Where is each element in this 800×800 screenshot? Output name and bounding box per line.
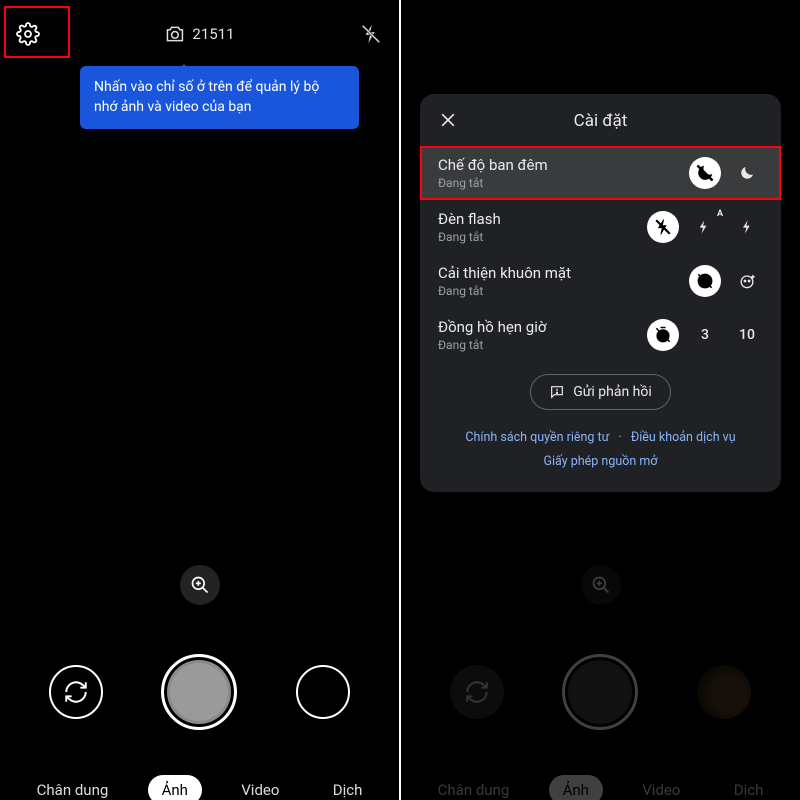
magnify-plus-icon — [190, 575, 210, 595]
send-feedback-button[interactable]: Gửi phản hồi — [530, 374, 671, 410]
switch-camera-button[interactable] — [450, 665, 504, 719]
storage-tooltip: Nhấn vào chỉ số ở trên để quản lý bộ nhớ… — [80, 66, 359, 129]
privacy-link[interactable]: Chính sách quyền riêng tư — [465, 430, 609, 445]
switch-camera-button[interactable] — [49, 665, 103, 719]
flash-off-option[interactable] — [647, 211, 679, 243]
shutter-row — [0, 654, 399, 730]
link-separator: · — [618, 430, 621, 445]
shutter-button[interactable] — [562, 654, 638, 730]
settings-button[interactable] — [12, 18, 44, 50]
mode-tabs: Chân dung Ảnh Video Dịch — [0, 774, 399, 800]
setting-sublabel: Đang tắt — [438, 284, 571, 298]
setting-row-timer[interactable]: Đồng hồ hẹn giờ Đang tắt 3 10 — [420, 308, 781, 362]
setting-label: Cải thiện khuôn mặt — [438, 264, 571, 282]
tooltip-text: Nhấn vào chỉ số ở trên để quản lý bộ nhớ… — [94, 79, 319, 115]
camera-screen-right: Chân dung Ảnh Video Dịch Cài đặt Chế độ … — [401, 0, 800, 800]
zoom-button[interactable] — [581, 565, 621, 605]
mode-tab-photo[interactable]: Ảnh — [549, 775, 603, 800]
license-link[interactable]: Giấy phép nguồn mở — [544, 454, 658, 469]
setting-row-night-mode[interactable]: Chế độ ban đêm Đang tắt — [420, 146, 781, 200]
mode-tabs: Chân dung Ảnh Video Dịch — [401, 774, 800, 800]
switch-camera-icon — [464, 679, 490, 705]
top-bar: 21511 — [0, 10, 399, 58]
flash-off-icon — [654, 218, 672, 236]
close-icon — [438, 110, 458, 130]
mode-tab-video[interactable]: Video — [227, 775, 293, 800]
gallery-thumbnail[interactable] — [296, 665, 350, 719]
night-on-option[interactable] — [731, 157, 763, 189]
face-sparkle-option[interactable] — [731, 265, 763, 297]
setting-options: 3 10 — [647, 319, 763, 351]
timer-3s-option[interactable]: 3 — [689, 319, 721, 351]
terms-link[interactable]: Điều khoản dịch vụ — [631, 430, 736, 445]
setting-sublabel: Đang tắt — [438, 176, 548, 190]
feedback-label: Gửi phản hồi — [573, 384, 652, 400]
photo-count: 21511 — [192, 25, 234, 43]
setting-options — [689, 265, 763, 297]
settings-header: Cài đặt — [420, 110, 781, 146]
switch-camera-icon — [63, 679, 89, 705]
flash-off-icon — [360, 23, 382, 45]
setting-sublabel: Đang tắt — [438, 338, 546, 352]
gear-icon — [16, 22, 40, 46]
mode-tab-portrait[interactable]: Chân dung — [424, 775, 524, 800]
settings-links: Chính sách quyền riêng tư · Điều khoản d… — [420, 426, 781, 474]
setting-text: Chế độ ban đêm Đang tắt — [438, 156, 548, 190]
setting-text: Cải thiện khuôn mặt Đang tắt — [438, 264, 571, 298]
setting-text: Đồng hồ hẹn giờ Đang tắt — [438, 318, 546, 352]
setting-label: Đèn flash — [438, 210, 501, 228]
night-off-option[interactable] — [689, 157, 721, 189]
setting-row-flash[interactable]: Đèn flash Đang tắt A — [420, 200, 781, 254]
mode-tab-translate[interactable]: Dịch — [319, 775, 377, 800]
setting-label: Đồng hồ hẹn giờ — [438, 318, 546, 336]
settings-title: Cài đặt — [420, 111, 781, 131]
moon-icon — [738, 164, 756, 182]
mode-tab-portrait[interactable]: Chân dung — [23, 775, 123, 800]
night-off-icon — [695, 163, 715, 183]
mode-tab-translate[interactable]: Dịch — [720, 775, 778, 800]
setting-sublabel: Đang tắt — [438, 230, 501, 244]
zoom-button[interactable] — [180, 565, 220, 605]
timer-10s-option[interactable]: 10 — [731, 319, 763, 351]
storage-indicator[interactable]: 21511 — [164, 24, 234, 44]
timer-off-icon — [653, 325, 673, 345]
setting-label: Chế độ ban đêm — [438, 156, 548, 174]
mode-tab-video[interactable]: Video — [628, 775, 694, 800]
settings-panel: Cài đặt Chế độ ban đêm Đang tắt Đèn flas… — [420, 94, 781, 492]
magnify-plus-icon — [591, 575, 611, 595]
shutter-row — [401, 654, 800, 730]
face-off-option[interactable] — [689, 265, 721, 297]
setting-options: A — [647, 211, 763, 243]
shutter-button[interactable] — [161, 654, 237, 730]
gallery-thumbnail[interactable] — [697, 665, 751, 719]
face-sparkle-icon — [737, 271, 757, 291]
mode-tab-photo[interactable]: Ảnh — [148, 775, 202, 800]
setting-row-face-enhance[interactable]: Cải thiện khuôn mặt Đang tắt — [420, 254, 781, 308]
close-button[interactable] — [438, 110, 460, 132]
flash-auto-option[interactable]: A — [689, 211, 721, 243]
flash-auto-icon — [697, 219, 713, 235]
camera-icon — [164, 24, 184, 44]
feedback-icon — [549, 384, 565, 400]
setting-options — [689, 157, 763, 189]
flash-on-icon — [739, 219, 755, 235]
setting-text: Đèn flash Đang tắt — [438, 210, 501, 244]
timer-off-option[interactable] — [647, 319, 679, 351]
flash-toggle-button[interactable] — [355, 18, 387, 50]
camera-screen-left: 21511 Nhấn vào chỉ số ở trên để quản lý … — [0, 0, 399, 800]
face-off-icon — [695, 271, 715, 291]
flash-on-option[interactable] — [731, 211, 763, 243]
